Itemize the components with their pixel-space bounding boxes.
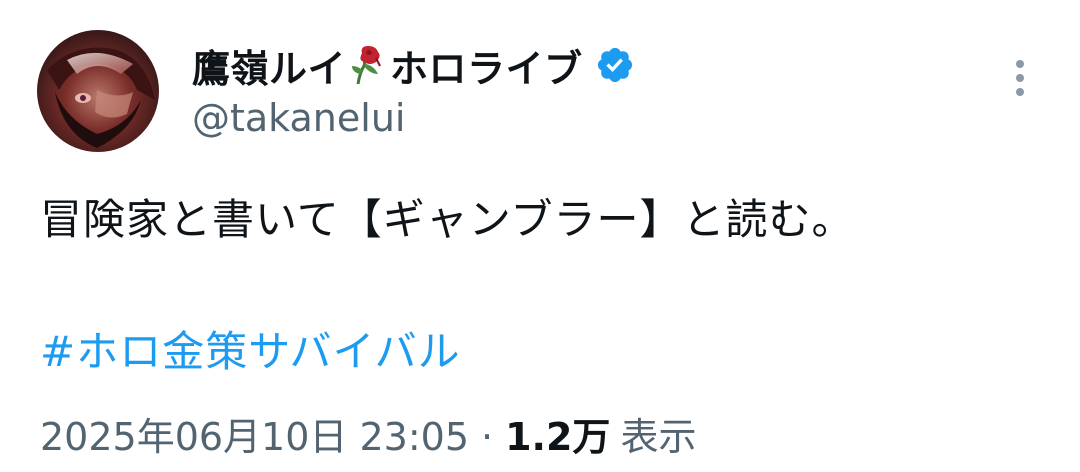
meta-separator: · (481, 415, 494, 459)
user-handle[interactable]: @takanelui (192, 96, 980, 140)
verified-badge-icon[interactable] (595, 45, 635, 85)
more-options-button[interactable] (1004, 52, 1036, 104)
display-name-suffix[interactable]: ホロライブ (390, 38, 583, 93)
views-count: 1.2万 (505, 415, 611, 459)
hashtag-link[interactable]: #ホロ金策サバイバル (40, 318, 461, 379)
wilted-rose-icon (350, 44, 386, 86)
tweet-meta: 2025年06月10日 23:05 · 1.2万 表示 (40, 406, 696, 461)
name-row[interactable]: 鷹嶺ルイ ホロライブ (192, 36, 980, 94)
tweet-header: 鷹嶺ルイ ホロライブ @takanelui (192, 36, 980, 140)
display-name[interactable]: 鷹嶺ルイ (192, 38, 346, 93)
tweet-text: 冒険家と書いて【ギャンブラー】と読む。 (40, 195, 855, 244)
timestamp-link[interactable]: 2025年06月10日 23:05 (40, 406, 469, 461)
more-options-icon (1016, 60, 1024, 96)
avatar[interactable] (37, 30, 159, 152)
views-label: 表示 (620, 415, 697, 459)
